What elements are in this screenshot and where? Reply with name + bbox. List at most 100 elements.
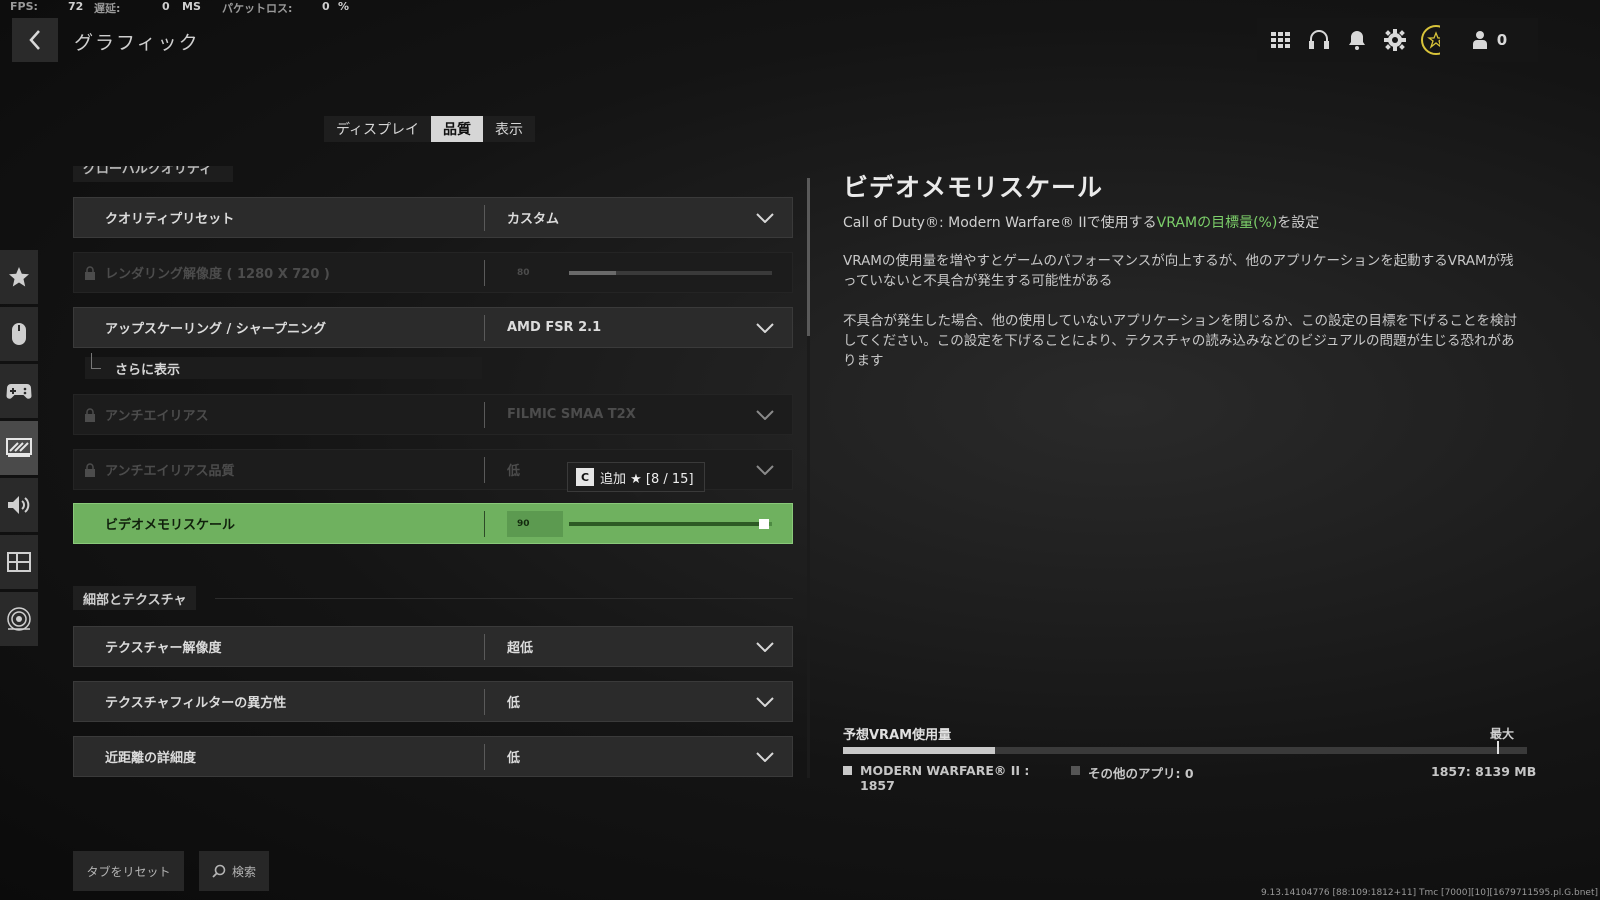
detail-subtitle: Call of Duty®: Modern Warfare® IIで使用するVR…	[843, 212, 1319, 232]
scrollbar-thumb[interactable]	[807, 178, 810, 336]
apps-grid-icon[interactable]	[1269, 28, 1293, 52]
lock-icon	[85, 265, 95, 280]
sidebar-item-interface[interactable]	[0, 535, 38, 589]
setting-label: テクスチャフィルターの異方性	[105, 696, 287, 711]
chevron-left-icon	[29, 30, 40, 50]
setting-value: 低	[507, 464, 521, 479]
headset-icon[interactable]	[1307, 28, 1331, 52]
sidebar-item-audio[interactable]	[0, 478, 38, 532]
network-stats: FPS: 72 遅延: 0 MS パケットロス: 0 %	[10, 0, 349, 16]
settings-tabs: ディスプレイ 品質 表示	[324, 116, 536, 142]
friends-icon	[1472, 31, 1487, 49]
tab-display[interactable]: ディスプレイ	[324, 116, 431, 142]
latency-value: 0	[162, 0, 170, 13]
slider-track[interactable]	[569, 518, 772, 529]
lock-icon	[85, 407, 95, 422]
setting-row-upscaling[interactable]: アップスケーリング / シャープニング AMD FSR 2.1	[73, 307, 793, 348]
lock-icon	[85, 462, 95, 477]
tab-view[interactable]: 表示	[483, 116, 535, 142]
show-more-label: さらに表示	[115, 362, 181, 378]
latency-label: 遅延:	[94, 2, 121, 15]
graphics-icon	[6, 438, 32, 457]
setting-label: アンチエイリアス	[105, 409, 209, 424]
setting-value: AMD FSR 2.1	[507, 320, 602, 335]
slider-fill	[569, 270, 616, 275]
setting-row-texture-resolution[interactable]: テクスチャー解像度 超低	[73, 626, 793, 667]
network-icon	[7, 607, 31, 631]
section-title-detail-textures: 細部とテクスチャ	[73, 586, 197, 610]
packet-loss-value: 0	[322, 0, 330, 13]
setting-value: FILMIC SMAA T2X	[507, 407, 636, 422]
tree-connector	[91, 353, 101, 369]
setting-label: レンダリング解像度 ( 1280 X 720 )	[105, 267, 330, 282]
fps-value: 72	[68, 0, 84, 13]
tooltip-text: 追加 ★ [8 / 15]	[600, 471, 694, 487]
packet-loss-label: パケットロス:	[222, 2, 293, 15]
setting-label: アンチエイリアス品質	[105, 464, 235, 479]
detail-subtitle-post: を設定	[1277, 215, 1320, 231]
reset-tab-label: タブをリセット	[86, 864, 171, 879]
category-sidebar	[0, 250, 38, 649]
setting-row-anti-aliasing: アンチエイリアス FILMIC SMAA T2X	[73, 394, 793, 435]
interface-icon	[7, 552, 31, 572]
latency-unit: MS	[182, 0, 201, 13]
chevron-down-icon	[756, 409, 774, 420]
star-icon	[9, 267, 29, 287]
back-button[interactable]	[12, 18, 58, 62]
speaker-icon	[8, 496, 30, 514]
setting-value: カスタム	[507, 212, 560, 227]
show-more-link[interactable]: さらに表示	[85, 353, 482, 379]
vram-max-marker	[1497, 741, 1500, 754]
sidebar-item-favorites[interactable]	[0, 250, 38, 304]
sidebar-item-network[interactable]	[0, 592, 38, 646]
vram-legend-other: その他のアプリ: 0	[1071, 763, 1194, 782]
vram-usage-fill	[843, 747, 995, 754]
setting-row-render-resolution: レンダリング解像度 ( 1280 X 720 ) 80	[73, 252, 793, 293]
setting-row-video-memory-scale[interactable]: ビデオメモリスケール 90	[73, 503, 793, 544]
mouse-icon	[12, 323, 26, 345]
bell-icon[interactable]	[1345, 28, 1369, 52]
sidebar-item-controller[interactable]	[0, 364, 38, 418]
group-header-global: グローバルクオリティ	[73, 166, 233, 182]
setting-row-near-detail[interactable]: 近距離の詳細度 低	[73, 736, 793, 777]
gamepad-icon	[6, 384, 32, 399]
gear-icon[interactable]	[1383, 28, 1407, 52]
reset-tab-button[interactable]: タブをリセット	[73, 851, 184, 891]
slider-handle[interactable]	[758, 518, 769, 529]
favorite-tooltip: C 追加 ★ [8 / 15]	[567, 462, 705, 498]
tooltip-arrow	[632, 492, 644, 498]
friends-button[interactable]: 0	[1440, 18, 1538, 62]
sidebar-item-graphics[interactable]	[0, 421, 38, 475]
detail-subtitle-highlight: VRAMの目標量(%)	[1156, 215, 1278, 231]
vram-max-label: 最大	[1490, 727, 1515, 741]
search-button[interactable]: 検索	[199, 851, 269, 891]
vram-usage-title: 予想VRAM使用量	[843, 728, 952, 743]
vram-total: 1857: 8139 MB	[1431, 764, 1537, 779]
setting-value: 低	[507, 751, 521, 766]
legend-swatch	[1071, 766, 1080, 775]
detail-paragraph-2: 不具合が発生した場合、他の使用していないアプリケーションを閉じるか、この設定の目…	[843, 313, 1518, 369]
setting-label: クオリティプリセット	[105, 212, 235, 227]
tab-quality[interactable]: 品質	[431, 116, 484, 142]
setting-label: 近距離の詳細度	[105, 751, 197, 766]
search-label: 検索	[231, 864, 256, 879]
chevron-down-icon	[756, 641, 774, 652]
vram-usage-bar	[843, 741, 1527, 754]
slider-value: 90	[507, 510, 563, 537]
slider-track	[569, 270, 772, 275]
detail-title: ビデオメモリスケール	[843, 173, 1104, 202]
slider-fill	[569, 521, 764, 526]
vram-legend-mw-label: MODERN WARFARE® II :	[860, 763, 1030, 778]
setting-label: アップスケーリング / シャープニング	[105, 322, 327, 337]
vram-legend-mw: MODERN WARFARE® II : 1857	[843, 763, 1043, 793]
chevron-down-icon	[756, 751, 774, 762]
friends-count: 0	[1496, 31, 1508, 49]
detail-paragraph-1: VRAMの使用量を増やすとゲームのパフォーマンスが向上するが、他のアプリケーショ…	[843, 253, 1514, 289]
setting-row-quality-preset[interactable]: クオリティプリセット カスタム	[73, 197, 793, 238]
detail-subtitle-pre: Call of Duty®: Modern Warfare® IIで使用する	[843, 215, 1157, 231]
sidebar-item-mouse[interactable]	[0, 307, 38, 361]
setting-row-texture-filter-anisotropic[interactable]: テクスチャフィルターの異方性 低	[73, 681, 793, 722]
search-icon	[212, 864, 226, 878]
slider-value: 80	[517, 267, 530, 278]
setting-value: 低	[507, 696, 521, 711]
